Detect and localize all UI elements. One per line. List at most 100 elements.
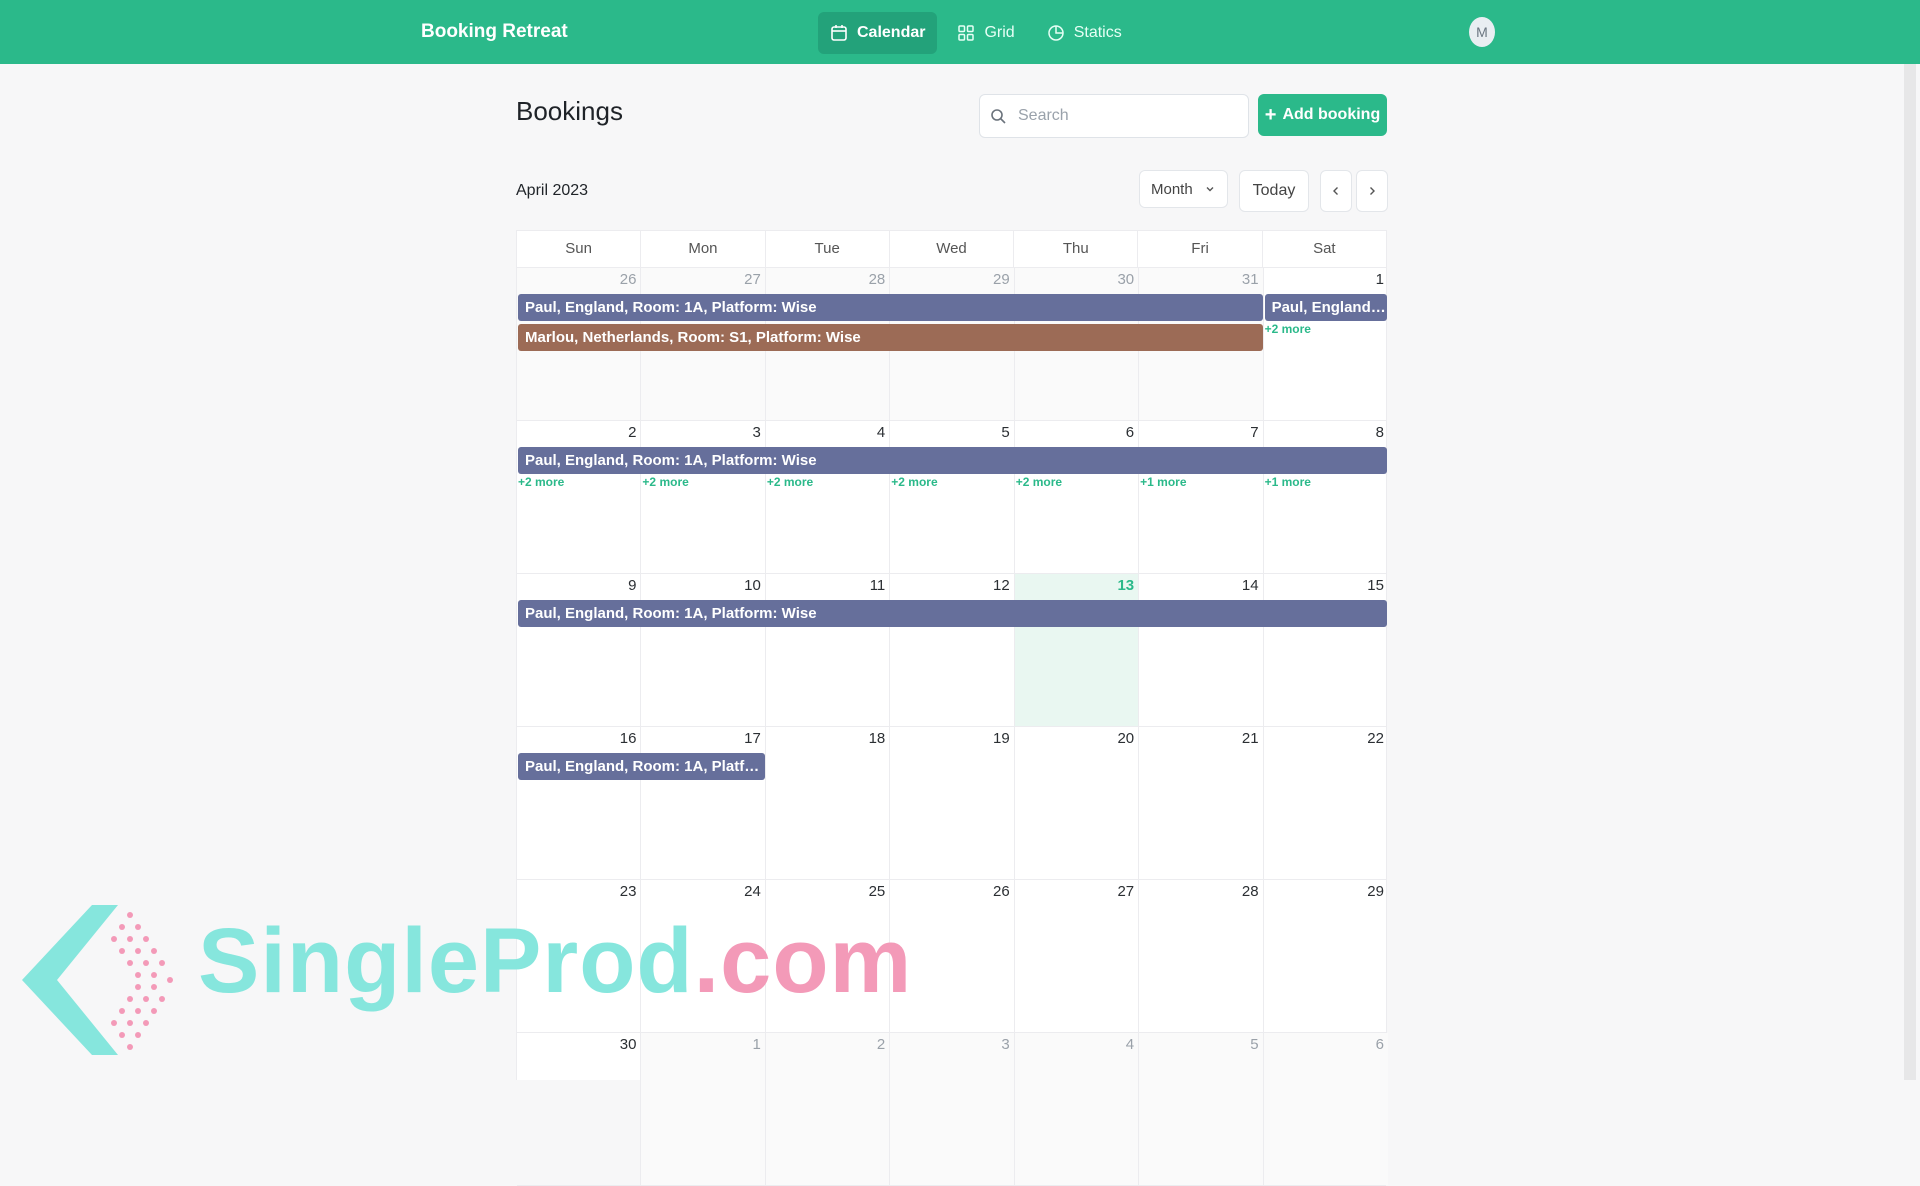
view-mode-select[interactable]: Month <box>1139 170 1228 208</box>
weekday-header: Sun Mon Tue Wed Thu Fri Sat <box>517 231 1386 268</box>
day-cell[interactable]: 12 <box>890 574 1015 726</box>
main-nav: Calendar Grid Statics <box>818 12 1134 54</box>
watermark-tld: .com <box>693 910 913 1012</box>
day-number: 11 <box>869 577 886 594</box>
day-cell[interactable]: 27 <box>1015 880 1140 1032</box>
search-input[interactable] <box>1016 106 1230 126</box>
weekday-wed: Wed <box>890 231 1015 267</box>
day-number: 12 <box>993 577 1010 594</box>
day-number: 6 <box>1125 424 1135 441</box>
day-cell[interactable]: 1 <box>641 1033 766 1185</box>
booking-event[interactable]: Paul, England, R... <box>1264 294 1387 321</box>
day-number: 19 <box>993 730 1010 747</box>
current-month-label: April 2023 <box>516 182 589 199</box>
next-month-button[interactable] <box>1356 170 1388 212</box>
day-number: 3 <box>1001 1036 1010 1053</box>
day-cell[interactable]: 7 <box>1139 421 1264 573</box>
booking-event[interactable]: Paul, England, Room: 1A, Platform: Wise <box>518 294 1263 321</box>
day-number: 18 <box>868 730 886 747</box>
chevron-left-icon <box>1333 187 1338 195</box>
calendar-week: 16 17 18 19 20 21 22 Paul, England, Room: 1A, P… <box>517 727 1386 880</box>
app-title[interactable]: Booking Retreat <box>421 21 568 43</box>
nav-calendar[interactable]: Calendar <box>818 12 938 54</box>
day-cell[interactable]: 20 <box>1015 727 1140 879</box>
watermark-chevron-icon <box>22 905 173 1055</box>
add-booking-button[interactable]: + Add booking <box>1258 94 1387 136</box>
nav-grid[interactable]: Grid <box>945 12 1026 54</box>
day-cell[interactable]: 3 <box>641 421 766 573</box>
day-number: 1 <box>1375 271 1384 288</box>
today-button[interactable]: Today <box>1239 170 1309 212</box>
day-cell[interactable]: 18 <box>766 727 891 879</box>
day-cell[interactable]: 4 <box>766 421 891 573</box>
day-cell[interactable]: 3 <box>890 1033 1015 1185</box>
day-cell[interactable]: 13 <box>1014 574 1140 726</box>
search-box[interactable] <box>979 94 1249 138</box>
prev-month-button[interactable] <box>1320 170 1352 212</box>
day-cell[interactable]: 4 <box>1014 1033 1140 1185</box>
day-cell[interactable]: 17 <box>641 727 766 879</box>
plus-icon: + <box>1264 104 1277 126</box>
day-cell[interactable]: 28 <box>1139 880 1264 1032</box>
booking-event[interactable]: Paul, England, Room: 1A, Platform: Wise <box>518 447 1387 474</box>
day-number: 6 <box>1375 1036 1384 1053</box>
day-cell[interactable]: 5 <box>1139 1033 1264 1185</box>
day-cell[interactable]: 15 <box>1264 574 1388 726</box>
day-cell[interactable]: 2 <box>517 421 642 573</box>
booking-event[interactable]: Paul, England, Room: 1A, Platform: ... <box>518 753 765 780</box>
more-events-link[interactable]: +2 more <box>518 475 564 489</box>
day-cell[interactable]: 29 <box>1264 880 1388 1032</box>
day-cell[interactable]: 11 <box>766 574 891 726</box>
weekday-thu: Thu <box>1014 231 1139 267</box>
day-cell[interactable]: 6 <box>1263 1033 1388 1185</box>
day-cell[interactable]: 19 <box>890 727 1015 879</box>
weekday-sat: Sat <box>1313 240 1336 257</box>
day-number: 13 <box>1117 577 1135 594</box>
day-number: 16 <box>619 730 637 747</box>
more-events-link[interactable]: +2 more <box>1016 475 1062 489</box>
day-cell[interactable]: 6 <box>1015 421 1140 573</box>
day-cell[interactable]: 16 <box>517 727 642 879</box>
view-mode-value: Month <box>1151 180 1193 198</box>
day-cell[interactable]: 30 <box>517 1033 642 1185</box>
day-number: 25 <box>868 883 886 900</box>
day-number: 2 <box>876 1036 886 1053</box>
day-number: 26 <box>993 883 1010 900</box>
more-events-link[interactable]: +2 more <box>891 475 937 489</box>
day-cell[interactable]: 22 <box>1264 727 1388 879</box>
pie-chart-icon <box>1047 25 1064 41</box>
day-cell[interactable]: 5 <box>890 421 1015 573</box>
day-cell[interactable]: 14 <box>1139 574 1264 726</box>
day-number: 28 <box>868 271 886 288</box>
booking-event[interactable]: Marlou, Netherlands, Room: S1, Platform:… <box>518 324 1263 351</box>
day-cell[interactable]: 8 <box>1264 421 1388 573</box>
day-number: 7 <box>1250 424 1259 441</box>
scrollbar[interactable] <box>1904 64 1916 1080</box>
day-number: 14 <box>1241 577 1259 594</box>
day-cell[interactable]: 21 <box>1139 727 1264 879</box>
more-events-link[interactable]: +1 more <box>1265 475 1311 489</box>
top-navigation-bar: Booking Retreat Calendar Grid Statics M <box>0 0 1920 64</box>
day-number: 9 <box>628 577 637 594</box>
day-number: 31 <box>1241 271 1259 288</box>
grid-icon <box>958 25 975 41</box>
day-number: 4 <box>1125 1036 1135 1053</box>
calendar-icon <box>831 25 847 41</box>
day-cell[interactable]: 10 <box>641 574 766 726</box>
search-icon <box>991 109 1006 124</box>
more-events-link[interactable]: +1 more <box>1140 475 1186 489</box>
day-cell[interactable]: 2 <box>765 1033 891 1185</box>
more-events-link[interactable]: +2 more <box>1265 322 1311 336</box>
watermark-logo: SingleProd.com <box>22 905 911 1055</box>
nav-statics[interactable]: Statics <box>1035 12 1134 54</box>
booking-event[interactable]: Paul, England, Room: 1A, Platform: Wise <box>518 600 1387 627</box>
day-number: 29 <box>993 271 1010 288</box>
calendar-week: 30 1 2 3 4 5 6 <box>517 1033 1388 1186</box>
avatar[interactable]: M <box>1469 17 1495 47</box>
weekday-sun: Sun <box>517 231 642 267</box>
day-cell[interactable]: 9 <box>517 574 642 726</box>
more-events-link[interactable]: +2 more <box>642 475 688 489</box>
more-events-link[interactable]: +2 more <box>767 475 813 489</box>
day-cell[interactable]: 1 <box>1264 268 1388 420</box>
day-number: 2 <box>628 424 637 441</box>
